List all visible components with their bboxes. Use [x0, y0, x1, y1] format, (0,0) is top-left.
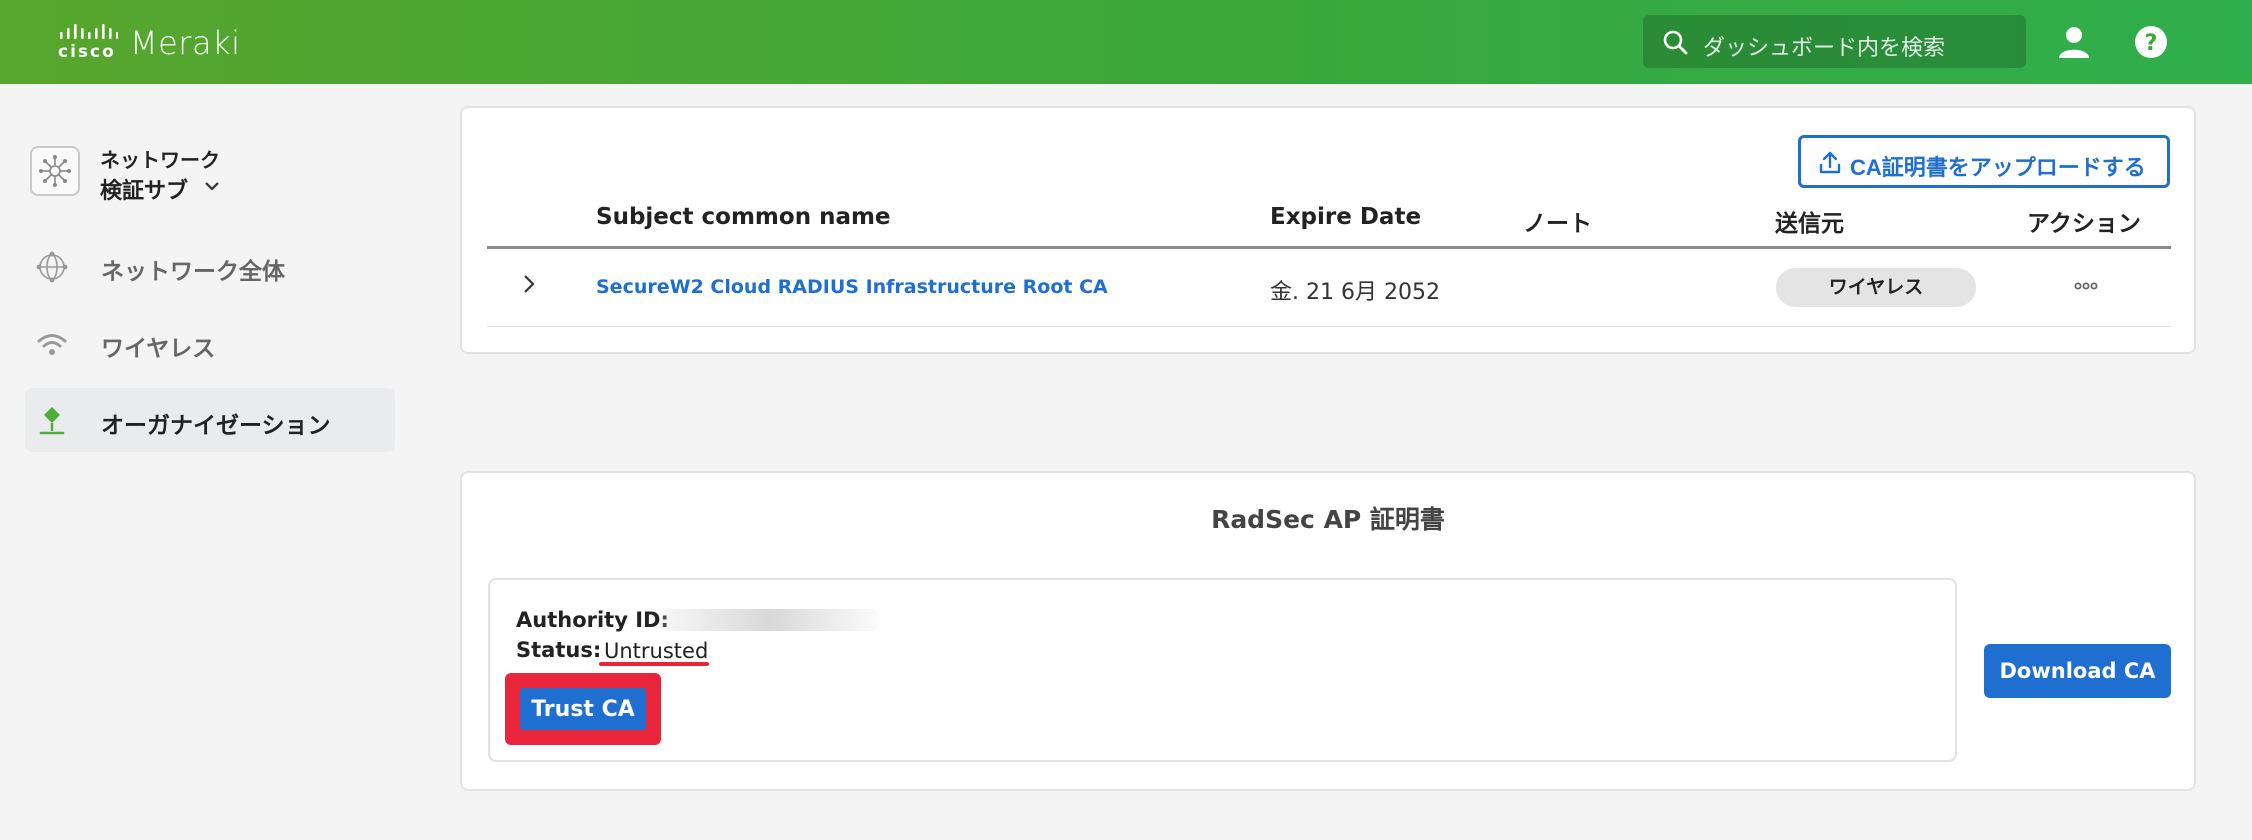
column-header-subject[interactable]: Subject common name [596, 204, 891, 230]
sidebar-item-label: ネットワーク全体 [101, 259, 285, 285]
trust-ca-button[interactable]: Trust CA [520, 688, 646, 730]
logo-meraki-text: Meraki [130, 24, 241, 62]
top-header: cisco Meraki ダッシュボード内を検索 ? [0, 0, 2252, 84]
status-value: Untrusted [604, 639, 709, 663]
wifi-icon [37, 334, 67, 355]
table-row-divider [487, 326, 2171, 327]
ca-subject-link[interactable]: SecureW2 Cloud RADIUS Infrastructure Roo… [596, 276, 1108, 298]
logo-cisco-text: cisco [58, 42, 116, 62]
sidebar-item-label: オーガナイゼーション [101, 413, 331, 439]
dashboard-search-input[interactable]: ダッシュボード内を検索 [1643, 15, 2026, 68]
download-ca-button[interactable]: Download CA [1984, 644, 2171, 698]
user-icon[interactable] [2054, 22, 2094, 62]
search-icon [1663, 30, 1688, 55]
search-placeholder: ダッシュボード内を検索 [1703, 36, 1946, 61]
column-header-action: アクション [2027, 211, 2141, 237]
chevron-right-icon[interactable] [520, 272, 538, 296]
ca-expire-date: 金. 21 6月 2052 [1270, 280, 1440, 305]
column-header-expire-date[interactable]: Expire Date [1270, 204, 1421, 230]
cisco-bars-icon [60, 24, 118, 39]
organization-icon [39, 407, 65, 435]
globe-network-icon [36, 251, 68, 283]
network-selector-icon[interactable] [30, 146, 80, 196]
more-actions-icon[interactable] [2072, 276, 2100, 296]
radsec-title: RadSec AP 証明書 [1211, 505, 1445, 534]
sidebar-item-label: ワイヤレス [101, 336, 216, 362]
chevron-down-icon[interactable] [204, 180, 220, 192]
source-badge: ワイヤレス [1776, 268, 1976, 307]
sidebar-item-organization[interactable]: オーガナイゼーション [25, 388, 395, 452]
svg-text:?: ? [2145, 31, 2158, 56]
network-label: ネットワーク [100, 148, 220, 172]
radsec-details-panel [488, 578, 1957, 762]
column-header-source[interactable]: 送信元 [1775, 204, 1844, 238]
authority-id-value-redacted [660, 609, 880, 631]
column-header-note[interactable]: ノート [1523, 204, 1592, 238]
status-annotation-underline [599, 662, 709, 666]
authority-id-label: Authority ID: [516, 608, 669, 632]
help-icon[interactable]: ? [2131, 22, 2171, 62]
network-hub-icon [39, 155, 71, 187]
status-label: Status: [516, 638, 602, 662]
table-header-divider [487, 246, 2171, 249]
upload-ca-label: CA証明書をアップロードする [1850, 155, 2146, 180]
upload-icon [1819, 151, 1841, 174]
network-name-dropdown[interactable]: 検証サブ [100, 173, 188, 205]
sidebar-item-network-wide[interactable]: ネットワーク全体 [25, 234, 395, 298]
sidebar-item-wireless[interactable]: ワイヤレス [25, 311, 395, 375]
upload-ca-button[interactable]: CA証明書をアップロードする [1798, 135, 2170, 188]
